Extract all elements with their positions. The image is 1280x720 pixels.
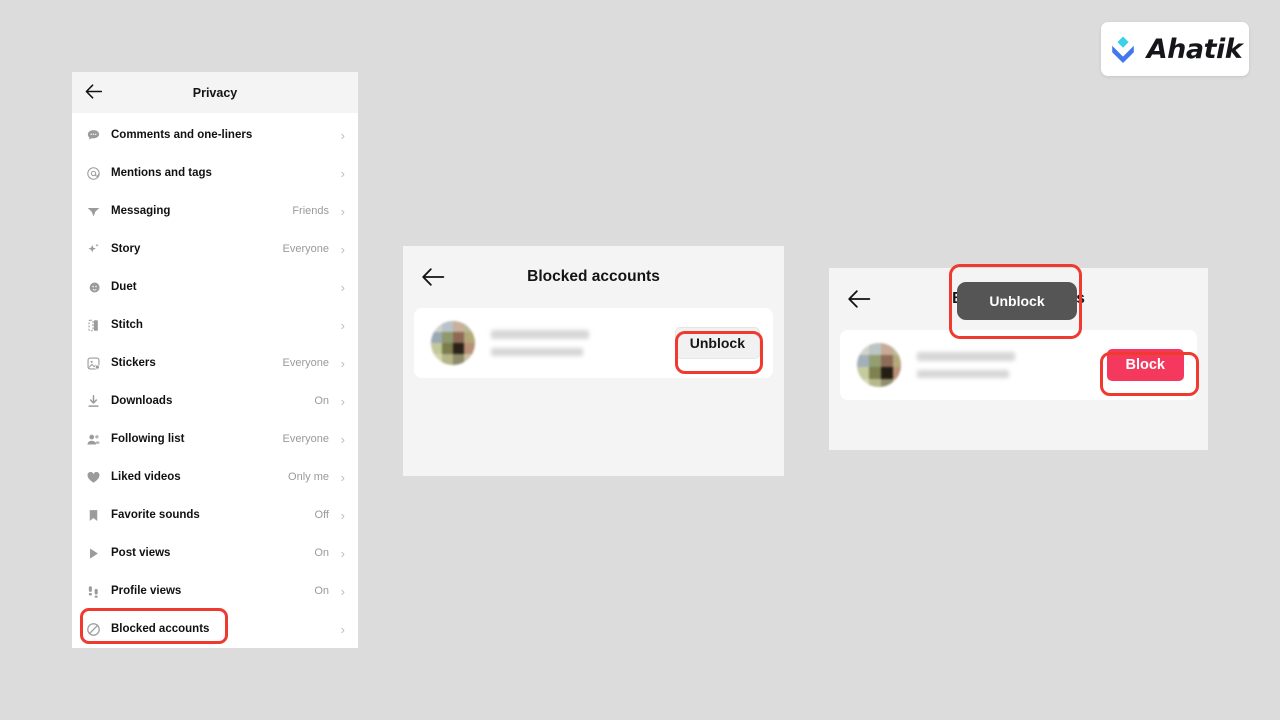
account-handle-redacted bbox=[491, 348, 583, 356]
sidebar-item-label: Profile views bbox=[111, 585, 182, 597]
sidebar-item-label: Favorite sounds bbox=[111, 509, 200, 521]
sparkle-icon bbox=[86, 242, 101, 257]
sidebar-item-label: Stickers bbox=[111, 357, 156, 369]
page-title: Privacy bbox=[192, 85, 238, 100]
account-name-redacted bbox=[491, 330, 589, 339]
back-arrow-icon[interactable] bbox=[421, 267, 445, 287]
sidebar-item-label: Stitch bbox=[111, 319, 143, 331]
play-triangle-icon bbox=[86, 546, 101, 561]
chevron-right-icon: › bbox=[340, 545, 345, 561]
page-title: Blocked accounts bbox=[527, 268, 660, 285]
account-identity bbox=[917, 352, 1107, 378]
sidebar-item-value: On bbox=[314, 395, 329, 407]
chevron-right-icon: › bbox=[340, 241, 345, 257]
chevron-right-icon: › bbox=[340, 621, 345, 637]
account-identity bbox=[491, 330, 675, 356]
sidebar-item-value: Everyone bbox=[282, 433, 329, 445]
unblock-button[interactable]: Unblock bbox=[674, 327, 760, 359]
blocked-panel-header: Blocked accounts bbox=[403, 246, 784, 308]
privacy-settings-list: Comments and one-liners › Mentions and tag… bbox=[72, 113, 358, 648]
sidebar-item-comments-and-one-liners[interactable]: Comments and one-liners › bbox=[72, 116, 358, 154]
sidebar-item-label: Liked videos bbox=[111, 471, 181, 483]
people-icon bbox=[86, 432, 101, 447]
comment-bubble-icon bbox=[86, 128, 101, 143]
chevron-right-icon: › bbox=[340, 469, 345, 485]
sidebar-item-value: Everyone bbox=[282, 357, 329, 369]
privacy-panel-header: Privacy bbox=[72, 72, 358, 113]
chevron-right-icon: › bbox=[340, 127, 345, 143]
chevron-right-icon: › bbox=[340, 431, 345, 447]
chevron-right-icon: › bbox=[340, 393, 345, 409]
stitch-icon bbox=[86, 318, 101, 333]
sidebar-item-label: Comments and one-liners bbox=[111, 129, 253, 141]
sidebar-item-value: On bbox=[314, 547, 329, 559]
sidebar-item-label: Story bbox=[111, 243, 141, 255]
account-name-redacted bbox=[917, 352, 1015, 361]
sidebar-item-following-list[interactable]: Following list Everyone › bbox=[72, 420, 358, 458]
sidebar-item-liked-videos[interactable]: Liked videos Only me › bbox=[72, 458, 358, 496]
sidebar-item-favorite-sounds[interactable]: Favorite sounds Off › bbox=[72, 496, 358, 534]
chevron-right-icon: › bbox=[340, 203, 345, 219]
chevron-right-icon: › bbox=[340, 583, 345, 599]
blocked-account-row: Unblock bbox=[414, 308, 773, 378]
chevron-right-icon: › bbox=[340, 355, 345, 371]
sidebar-item-label: Messaging bbox=[111, 205, 171, 217]
chevron-right-icon: › bbox=[340, 165, 345, 181]
blocked-accounts-panel: Blocked accounts Unblock bbox=[403, 246, 784, 476]
unblocked-account-row: Block bbox=[840, 330, 1197, 400]
privacy-settings-panel: Privacy Comments and one-liners › Mentions… bbox=[72, 72, 358, 648]
heart-icon bbox=[86, 470, 101, 485]
back-arrow-icon[interactable] bbox=[847, 289, 871, 309]
sidebar-item-profile-views[interactable]: Profile views On › bbox=[72, 572, 358, 610]
avatar bbox=[431, 321, 475, 365]
sidebar-item-post-views[interactable]: Post views On › bbox=[72, 534, 358, 572]
ahatik-chevron-logo-icon bbox=[1111, 36, 1134, 63]
sidebar-item-label: Blocked accounts bbox=[111, 623, 210, 635]
duet-icon bbox=[86, 280, 101, 295]
sidebar-item-duet[interactable]: Duet › bbox=[72, 268, 358, 306]
sidebar-item-label: Following list bbox=[111, 433, 185, 445]
sidebar-item-stickers[interactable]: Stickers Everyone › bbox=[72, 344, 358, 382]
sidebar-item-stitch[interactable]: Stitch › bbox=[72, 306, 358, 344]
sticker-icon bbox=[86, 356, 101, 371]
sidebar-item-mentions-and-tags[interactable]: Mentions and tags › bbox=[72, 154, 358, 192]
account-handle-redacted bbox=[917, 370, 1009, 378]
sidebar-item-value: Off bbox=[314, 509, 329, 521]
sidebar-item-blocked-accounts[interactable]: Blocked accounts › bbox=[72, 610, 358, 648]
sidebar-item-label: Duet bbox=[111, 281, 137, 293]
sidebar-item-label: Downloads bbox=[111, 395, 173, 407]
unblock-toast: Unblock bbox=[957, 282, 1077, 320]
sidebar-item-downloads[interactable]: Downloads On › bbox=[72, 382, 358, 420]
chevron-right-icon: › bbox=[340, 279, 345, 295]
block-button[interactable]: Block bbox=[1106, 348, 1184, 382]
sidebar-item-label: Mentions and tags bbox=[111, 167, 212, 179]
at-mention-icon bbox=[86, 166, 101, 181]
chevron-right-icon: › bbox=[340, 317, 345, 333]
block-circle-icon bbox=[86, 622, 101, 637]
sidebar-item-value: Friends bbox=[292, 205, 329, 217]
ahatik-logo-badge: Ahatik bbox=[1101, 22, 1249, 76]
sidebar-item-value: On bbox=[314, 585, 329, 597]
bookmark-icon bbox=[86, 508, 101, 523]
avatar bbox=[857, 343, 901, 387]
paper-plane-icon bbox=[86, 204, 101, 219]
sidebar-item-label: Post views bbox=[111, 547, 171, 559]
sidebar-item-messaging[interactable]: Messaging Friends › bbox=[72, 192, 358, 230]
chevron-right-icon: › bbox=[340, 507, 345, 523]
sidebar-item-value: Only me bbox=[288, 471, 329, 483]
back-arrow-icon[interactable] bbox=[85, 84, 102, 99]
sidebar-item-story[interactable]: Story Everyone › bbox=[72, 230, 358, 268]
ahatik-wordmark: Ahatik bbox=[1146, 33, 1243, 65]
sidebar-item-value: Everyone bbox=[282, 243, 329, 255]
download-icon bbox=[86, 394, 101, 409]
footsteps-icon bbox=[86, 584, 101, 599]
